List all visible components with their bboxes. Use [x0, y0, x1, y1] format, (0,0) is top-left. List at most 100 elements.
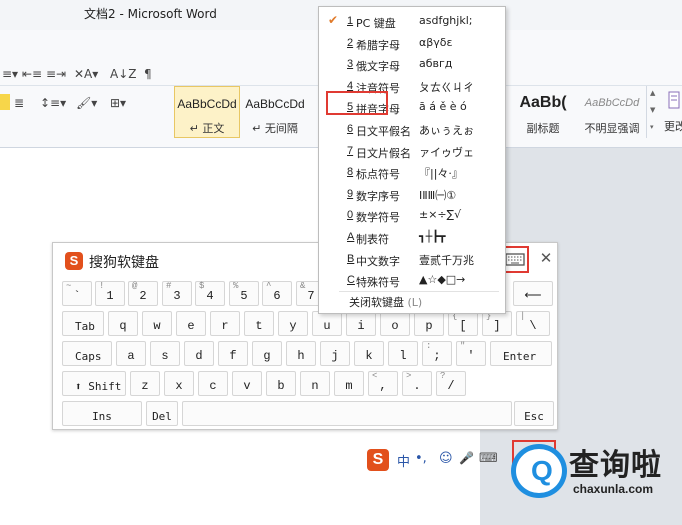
key-char[interactable]: v [232, 371, 262, 396]
key-char[interactable]: c [198, 371, 228, 396]
key-char[interactable]: s [150, 341, 180, 366]
increase-indent-icon[interactable]: ≡⇥ [46, 67, 66, 81]
soft-keyboard-title: 搜狗软键盘 [89, 255, 159, 271]
change-styles-icon[interactable] [668, 90, 680, 112]
key-char[interactable]: #3 [162, 281, 192, 306]
close-icon[interactable]: ✕ [539, 250, 553, 266]
menu-item-b[interactable]: B 中文数字 壹贰千万兆 [319, 249, 505, 271]
gallery-more-icon[interactable]: ▾ [650, 123, 654, 131]
close-soft-keyboard-label: 关闭软键盘 [349, 296, 404, 309]
key-char[interactable]: x [164, 371, 194, 396]
key-caps[interactable]: Caps [62, 341, 112, 366]
key-ins[interactable]: Ins [62, 401, 142, 426]
scroll-down-icon[interactable]: ▼ [650, 106, 655, 114]
menu-item-a[interactable]: A 制表符 ┓┼┣┳ [319, 227, 505, 249]
key-char[interactable]: f [218, 341, 248, 366]
style-subtitle[interactable]: AaBb( 副标题 [508, 86, 578, 138]
key-char[interactable]: t [244, 311, 274, 336]
style-sample: AaBbCcDd [584, 97, 640, 109]
key-char[interactable]: >. [402, 371, 432, 396]
scroll-up-icon[interactable]: ▲ [650, 89, 655, 97]
close-soft-keyboard-item[interactable]: 关闭软键盘 (L) [349, 294, 422, 310]
key-char[interactable]: g [252, 341, 282, 366]
key-enter[interactable]: Enter [490, 341, 552, 366]
key-esc[interactable]: Esc [514, 401, 554, 426]
punctuation-toggle[interactable]: •, [415, 451, 427, 466]
menu-item-label: 希腊字母 [356, 38, 400, 52]
key-char[interactable]: k [354, 341, 384, 366]
menu-item-9[interactable]: 9 数字序号 ⅠⅡⅢ㈠① [319, 184, 505, 206]
key-char[interactable]: @2 [128, 281, 158, 306]
decrease-indent-icon[interactable]: ⇤≡ [22, 67, 42, 81]
key-char[interactable]: z [130, 371, 160, 396]
key-char[interactable]: p [414, 311, 444, 336]
key-char[interactable]: ? / [436, 371, 466, 396]
key-char[interactable]: y [278, 311, 308, 336]
change-styles-label[interactable]: 更改 [664, 118, 682, 134]
menu-item-3[interactable]: 3 俄文字母 абвгд [319, 54, 505, 76]
borders-icon[interactable]: ⊞▾ [110, 96, 126, 110]
key-char[interactable]: % 5 [229, 281, 259, 306]
menu-item-1[interactable]: ✔ 1 PC 键盘 asdfghjkl; [319, 11, 505, 33]
menu-item-6[interactable]: 6 日文平假名 あぃぅえぉ [319, 119, 505, 141]
key-char[interactable]: $4 [195, 281, 225, 306]
styles-scrollbar[interactable]: ▲ ▼ ▾ [646, 86, 660, 138]
key-char[interactable]: <, [368, 371, 398, 396]
key-char[interactable]: n [300, 371, 330, 396]
keyboard-icon[interactable]: ⌨ [479, 451, 498, 466]
key-char[interactable]: ^ 6 [262, 281, 292, 306]
mic-icon[interactable]: 🎤 [459, 451, 474, 465]
key-char[interactable]: ⟵ [513, 281, 553, 306]
key-char[interactable]: r [210, 311, 240, 336]
key-label: 6 [273, 289, 281, 303]
bullets-icon[interactable]: ≡▾ [2, 67, 18, 81]
key-label: u [323, 319, 331, 333]
key-char[interactable]: a [116, 341, 146, 366]
key-char[interactable]: i [346, 311, 376, 336]
check-icon: ✔ [328, 13, 339, 27]
key-char[interactable]: | \ [516, 311, 550, 336]
key-char[interactable]: {[ [448, 311, 478, 336]
key-char[interactable]: o [380, 311, 410, 336]
sogou-ime-logo-icon[interactable]: S [367, 449, 389, 471]
key-char[interactable]: ~ ` [62, 281, 92, 306]
key-char[interactable]: }] [482, 311, 512, 336]
align-justify-highlight[interactable] [0, 94, 10, 110]
style-normal[interactable]: AaBbCcDd ↵ 正文 [174, 86, 240, 138]
key-label: w [153, 319, 161, 333]
key-char[interactable]: q [108, 311, 138, 336]
key-char[interactable]: " ' [456, 341, 486, 366]
show-marks-icon[interactable]: ¶ [144, 67, 152, 81]
style-subtle-emphasis[interactable]: AaBbCcDd 不明显强调 [578, 86, 646, 138]
key-char[interactable]: e [176, 311, 206, 336]
chinese-layout-icon[interactable]: ✕A▾ [74, 67, 98, 81]
input-mode-toggle[interactable]: 中 [397, 451, 410, 470]
menu-item-7[interactable]: 7 日文片假名 ァイゥヴェ [319, 141, 505, 163]
shading-icon[interactable]: 🖌▾ [76, 96, 97, 110]
key-char[interactable]: h [286, 341, 316, 366]
menu-item-2[interactable]: 2 希腊字母 αβγδε [319, 33, 505, 55]
line-spacing-icon[interactable]: ↕≡▾ [40, 96, 66, 110]
key-del[interactable]: Del [146, 401, 178, 426]
sort-icon[interactable]: A↓Z [110, 67, 136, 81]
key-shift[interactable]: ⬆ Shift [62, 371, 126, 396]
key-char[interactable]: m [334, 371, 364, 396]
align-justify-icon[interactable]: ≣ [14, 96, 24, 110]
key-char[interactable]: :; [422, 341, 452, 366]
key-char[interactable]: l [388, 341, 418, 366]
key-char[interactable]: w [142, 311, 172, 336]
menu-item-c[interactable]: C 特殊符号 ▲☆◆□→ [319, 270, 505, 292]
emoji-icon[interactable]: ☺ [439, 451, 453, 466]
key-label: t [255, 319, 263, 333]
menu-item-0[interactable]: 0 数学符号 ±×÷∑√ [319, 205, 505, 227]
key-char[interactable]: b [266, 371, 296, 396]
menu-item-number: C [347, 274, 355, 287]
space-key[interactable] [182, 401, 512, 426]
key-char[interactable]: d [184, 341, 214, 366]
key-char[interactable]: u [312, 311, 342, 336]
key-char[interactable]: ! 1 [95, 281, 125, 306]
style-no-spacing[interactable]: AaBbCcDd ↵ 无间隔 [242, 86, 308, 138]
menu-item-8[interactable]: 8 标点符号 『||々·』 [319, 162, 505, 184]
key-char[interactable]: j [320, 341, 350, 366]
key-tab[interactable]: Tab [62, 311, 104, 336]
